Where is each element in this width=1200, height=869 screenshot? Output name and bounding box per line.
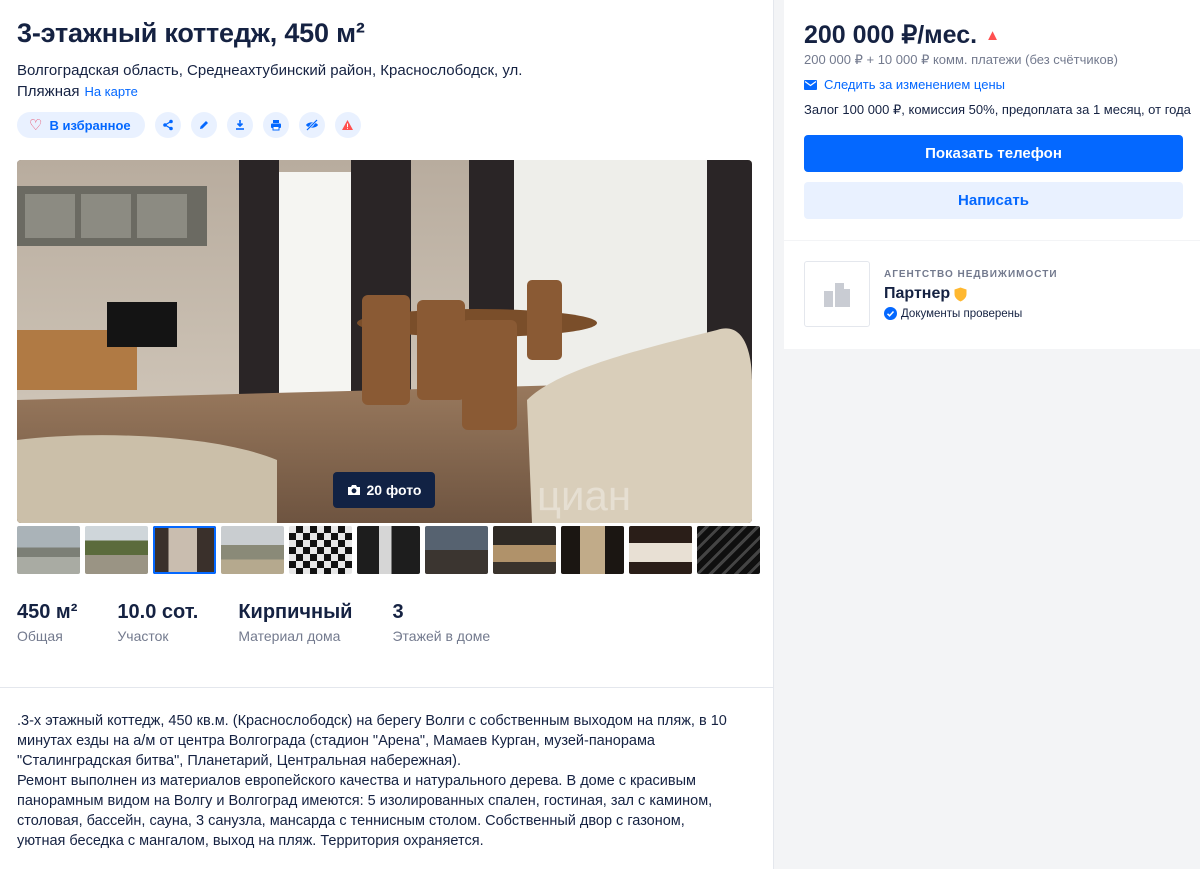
thumbnail[interactable]	[221, 526, 284, 574]
agency-card[interactable]: АГЕНТСТВО НЕДВИЖИМОСТИ Партнер Документы…	[784, 241, 1200, 349]
photo-count-button[interactable]: 20 фото	[333, 472, 435, 508]
fact-value: 450 м²	[17, 601, 78, 623]
fact-label: Материал дома	[238, 628, 341, 644]
download-icon	[235, 120, 244, 130]
favorite-label: В избранное	[49, 117, 131, 133]
hide-button[interactable]	[298, 112, 325, 138]
fact-value: 10.0 сот.	[117, 601, 199, 623]
shield-badge-icon	[954, 287, 967, 301]
price-up-arrow-icon: ▲	[985, 26, 1000, 44]
report-button[interactable]	[334, 112, 361, 138]
address: Волгоградская область, Среднеахтубинский…	[17, 60, 537, 102]
report-icon	[342, 120, 354, 130]
fact-value: 3	[392, 601, 404, 623]
favorite-button[interactable]: ♡ В избранное	[17, 112, 145, 138]
fact-material: Кирпичный Материал дома	[238, 600, 352, 644]
watermark: циан	[537, 472, 631, 519]
follow-price-label: Следить за изменением цены	[824, 77, 1005, 92]
write-button[interactable]: Написать	[804, 182, 1183, 219]
envelope-icon	[804, 79, 817, 90]
fact-total-area: 450 м² Общая	[17, 600, 77, 644]
documents-verified: Документы проверены	[884, 307, 1022, 320]
thumbnail[interactable]	[629, 526, 692, 574]
fact-label: Участок	[117, 628, 169, 644]
key-facts: 450 м² Общая 10.0 сот. Участок Кирпичный…	[17, 600, 530, 644]
description: .3-х этажный коттедж, 450 кв.м. (Краснос…	[17, 713, 727, 849]
thumbnail[interactable]	[697, 526, 760, 574]
edit-button[interactable]	[190, 112, 217, 138]
hide-icon	[305, 119, 318, 131]
agency-name-text: Партнер	[884, 285, 951, 302]
thumbnail[interactable]	[289, 526, 352, 574]
follow-price-link[interactable]: Следить за изменением цены	[804, 77, 1005, 92]
print-button[interactable]	[262, 112, 289, 138]
share-button[interactable]	[154, 112, 181, 138]
living-room-photo: циан	[17, 160, 752, 523]
price-card: 200 000 ₽/мес. ▲ 200 000 ₽ + 10 000 ₽ ко…	[784, 0, 1200, 240]
thumbnail[interactable]	[493, 526, 556, 574]
agency-name[interactable]: Партнер	[884, 285, 967, 303]
action-bar: ♡ В избранное	[17, 112, 361, 138]
show-phone-button[interactable]: Показать телефон	[804, 135, 1183, 172]
thumbnail[interactable]	[85, 526, 148, 574]
thumbnail[interactable]	[357, 526, 420, 574]
thumbnail[interactable]	[425, 526, 488, 574]
share-icon	[162, 119, 173, 131]
verified-check-icon	[884, 307, 897, 320]
heart-icon: ♡	[29, 117, 43, 134]
print-icon	[270, 120, 281, 131]
agency-type-label: АГЕНТСТВО НЕДВИЖИМОСТИ	[884, 269, 1058, 280]
price: 200 000 ₽/мес. ▲	[804, 20, 1000, 50]
fact-value: Кирпичный	[238, 601, 353, 623]
thumbnail[interactable]	[153, 526, 216, 574]
listing-title: 3-этажный коттедж, 450 м²	[17, 18, 365, 48]
camera-icon	[347, 485, 360, 495]
building-icon	[824, 283, 850, 307]
fact-plot: 10.0 сот. Участок	[117, 600, 198, 644]
divider	[0, 687, 773, 688]
documents-verified-label: Документы проверены	[901, 307, 1023, 320]
edit-icon	[199, 121, 208, 129]
agency-logo	[804, 261, 870, 327]
map-link[interactable]: На карте	[84, 84, 137, 99]
fact-label: Общая	[17, 628, 63, 644]
download-button[interactable]	[226, 112, 253, 138]
main-photo[interactable]: циан	[17, 160, 752, 523]
photo-count-label: 20 фото	[366, 482, 422, 498]
deal-terms: Залог 100 000 ₽, комиссия 50%, предоплат…	[804, 102, 1191, 117]
price-breakdown: 200 000 ₽ + 10 000 ₽ комм. платежи (без …	[804, 52, 1118, 67]
thumbnail[interactable]	[17, 526, 80, 574]
fact-label: Этажей в доме	[392, 628, 491, 644]
thumbnail[interactable]	[561, 526, 624, 574]
price-value: 200 000 ₽/мес.	[804, 21, 978, 49]
page: 3-этажный коттедж, 450 м² Волгоградская …	[0, 0, 1200, 869]
fact-floors: 3 Этажей в доме	[392, 600, 490, 644]
listing-main: 3-этажный коттедж, 450 м² Волгоградская …	[0, 0, 773, 869]
thumbnail-strip	[17, 526, 760, 574]
